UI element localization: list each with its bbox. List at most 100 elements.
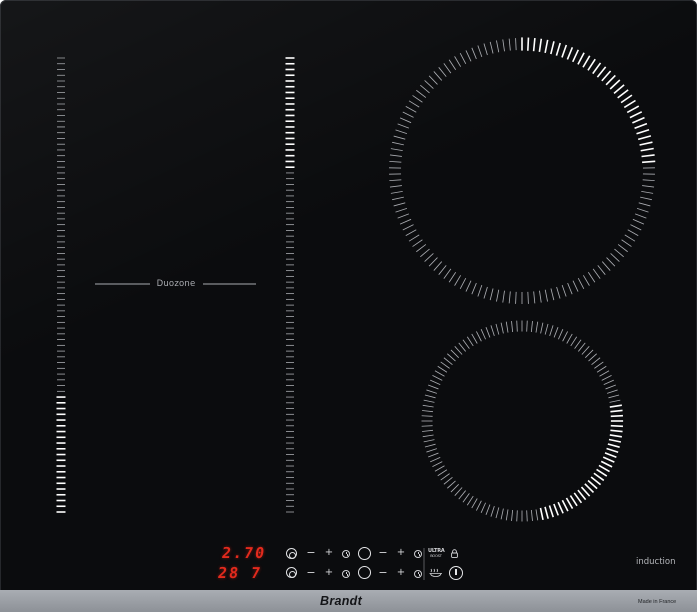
zone-select-rear-right-icon[interactable] [358,566,371,579]
ring-tick [535,321,539,333]
ring-tick [582,275,590,286]
ring-tick [471,282,477,295]
ring-tick [609,399,621,403]
ring-tick [454,487,463,496]
ring-tick [502,39,505,52]
ring-tick [477,45,483,58]
ring-tick [423,399,435,403]
ultra-boost-button[interactable]: ULTRA BOOST [428,549,445,559]
ring-tick [475,331,482,342]
ring-tick [638,202,651,207]
middle-zone-slider[interactable] [285,57,295,513]
ring-tick [395,207,408,213]
duozone-label: Duozone [156,279,196,289]
ring-tick-lit [610,414,624,418]
ring-tick-lit [538,38,543,52]
ring-tick [428,384,439,390]
ring-tick [424,80,434,89]
ring-tick-lit [604,452,617,458]
ring-tick [402,111,414,118]
timer-display-bottom: 28 7 [216,564,264,582]
plus-button-rear-right[interactable]: + [395,567,407,579]
ring-tick [475,500,482,511]
ring-tick [614,248,624,258]
ring-tick [511,509,514,521]
ring-tick-lit [634,122,648,130]
ring-tick-lit [561,44,568,58]
ring-tick [592,268,601,279]
clock-icon[interactable] [414,550,422,558]
plus-button-rear-left[interactable]: + [323,567,335,579]
clock-icon[interactable] [342,570,350,578]
ring-tick-lit [632,116,645,124]
ring-tick [489,288,494,301]
ring-tick [591,357,601,366]
plus-button-front-left[interactable]: + [323,547,335,559]
ring-tick [447,353,456,362]
ring-tick [428,75,438,85]
ring-tick [505,509,509,521]
ring-tick [508,291,511,304]
clock-icon[interactable] [414,570,422,578]
clock-icon[interactable] [342,550,350,558]
ring-tick [465,280,472,292]
ring-tick [621,239,632,247]
ring-tick [544,289,548,302]
ring-tick [624,234,636,242]
ring-tick [508,38,511,51]
plus-button-front-right[interactable]: + [395,547,407,559]
ring-tick [500,322,504,334]
ring-tick-lit [601,70,612,82]
small-cooking-ring [421,320,624,522]
ring-tick [395,129,408,135]
ring-tick [423,439,435,443]
ring-tick-lit [637,135,652,141]
ring-tick [634,213,647,219]
ring-tick [530,509,533,521]
ring-tick-lit [609,404,622,408]
ring-tick [389,185,402,188]
power-icon[interactable] [449,566,463,580]
lock-icon[interactable] [451,549,458,558]
ring-tick [389,154,402,157]
ring-tick-lit [557,501,564,514]
minus-button-rear-left[interactable]: − [305,567,317,579]
zone-select-inner-bottom-icon [289,571,296,578]
ring-tick [433,261,443,271]
ring-tick-lit [610,424,624,428]
ring-tick-lit [582,55,591,68]
ring-tick [437,469,448,477]
ring-tick [530,321,533,333]
ring-tick-lit [598,464,610,473]
ring-tick [428,452,439,458]
ring-tick-lit [617,89,629,99]
ring-tick [567,282,573,295]
minus-button-rear-right[interactable]: − [377,567,389,579]
ring-tick [390,190,403,194]
ring-tick [533,291,536,304]
minus-button-front-right[interactable]: − [377,547,389,559]
ring-tick [390,148,403,152]
zone-select-front-right-icon[interactable] [358,547,371,560]
brand-logo: Brandt [320,594,363,608]
ring-tick-lit [620,94,633,104]
ring-tick [412,239,423,247]
minus-button-front-left[interactable]: − [305,547,317,559]
ring-tick-lit [550,41,555,55]
ring-tick [535,509,539,521]
left-zone-slider[interactable] [56,57,66,513]
ring-tick [430,379,441,385]
ring-tick-lit [639,141,653,146]
ring-tick [428,257,438,267]
ring-tick [574,339,582,349]
ring-tick-lit [600,460,613,468]
ring-tick [489,41,494,54]
ring-tick [558,329,564,340]
ring-tick [553,327,559,338]
ring-tick [480,329,486,340]
ring-tick [466,336,474,347]
ring-tick [540,322,544,334]
ring-tick-lit [626,105,640,114]
ring-tick [430,457,441,463]
keep-warm-icon[interactable] [429,568,443,577]
